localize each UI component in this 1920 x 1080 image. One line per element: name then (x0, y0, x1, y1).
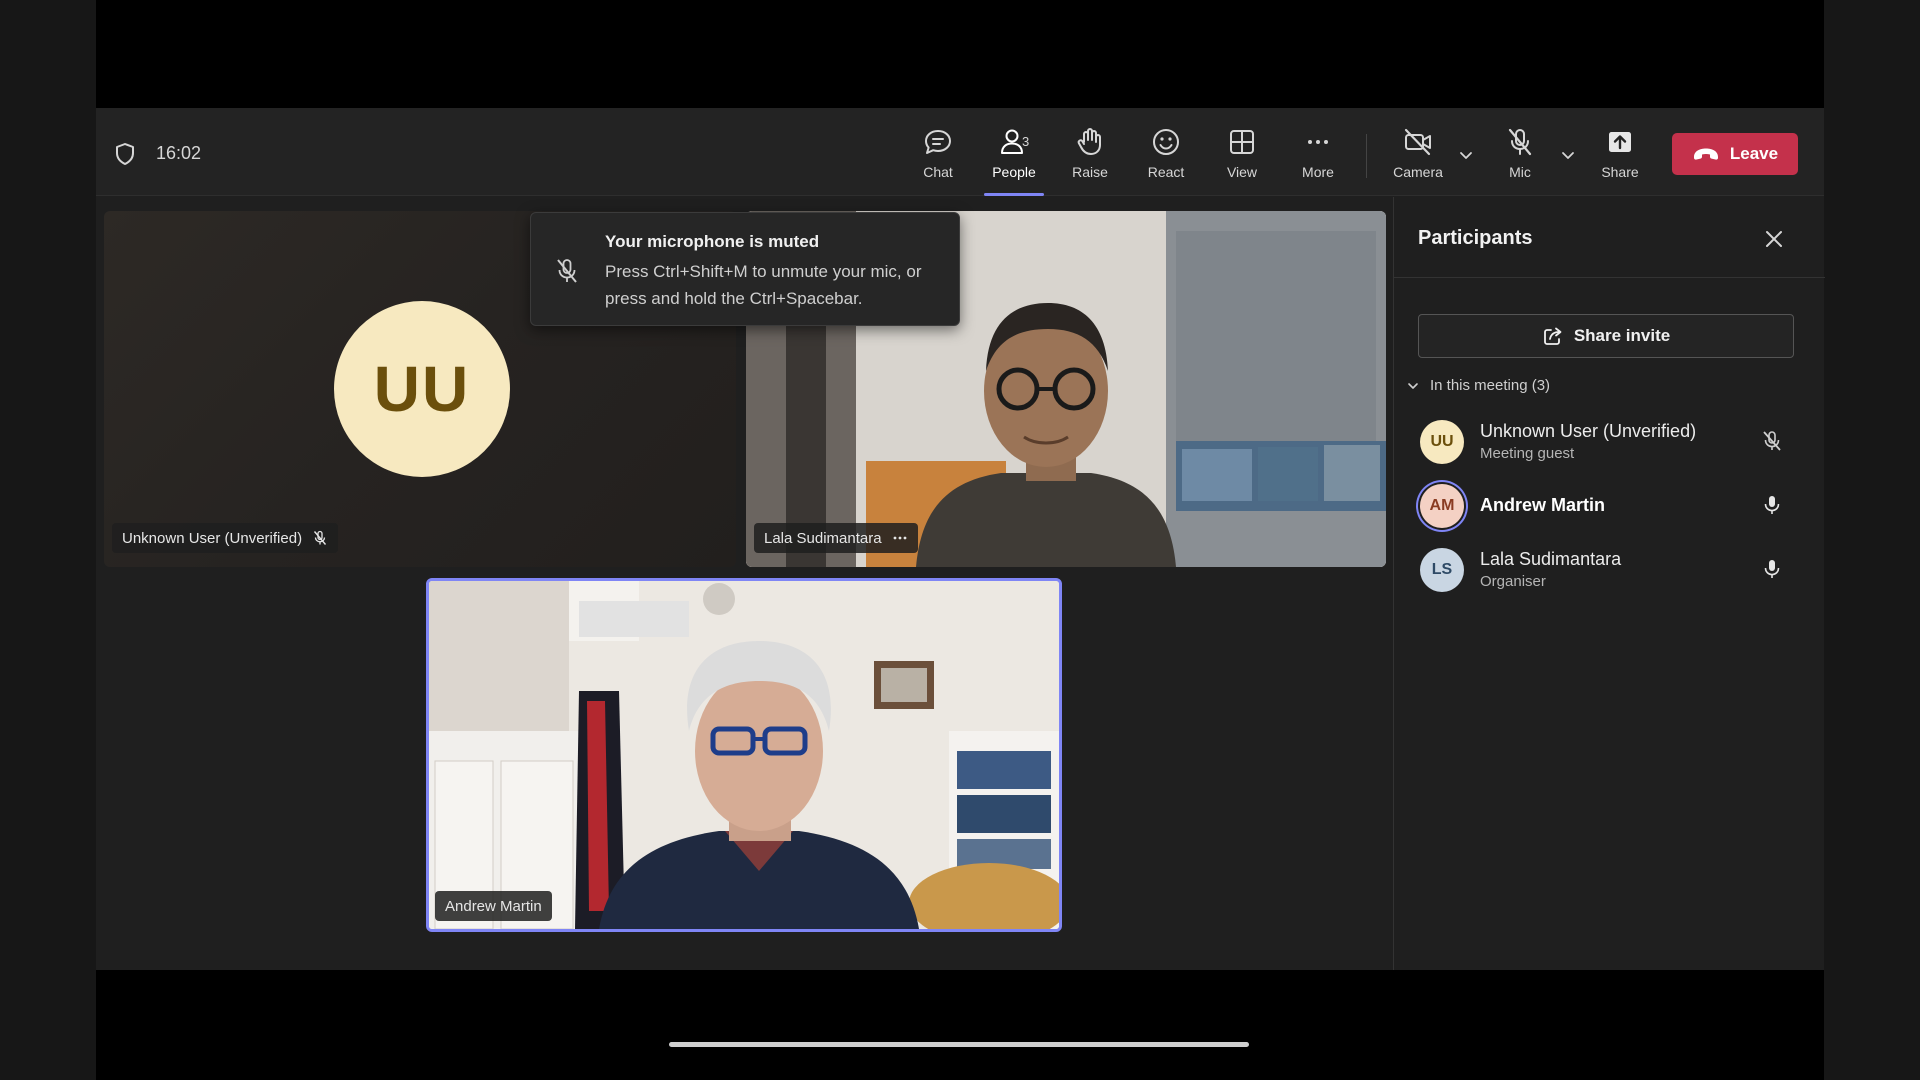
ellipsis-icon[interactable] (892, 530, 908, 546)
section-label: In this meeting (3) (1430, 377, 1551, 394)
camera-button[interactable]: Camera (1380, 126, 1456, 190)
leave-button[interactable]: Leave (1672, 133, 1798, 175)
tile-name-tag: Lala Sudimantara (754, 523, 918, 553)
mic-off-icon[interactable] (1760, 429, 1784, 453)
shield-icon (116, 143, 134, 165)
share-icon (1543, 327, 1562, 345)
panel-title: Participants (1418, 227, 1533, 249)
video-stage: UU Unknown User (Unverified) Lala Sudima… (96, 197, 1392, 1047)
people-count: 3 (1022, 134, 1030, 149)
tile-name-tag: Andrew Martin (435, 891, 552, 921)
mic-off-icon (1508, 128, 1532, 156)
phone-hangup-icon (1693, 148, 1718, 160)
mic-muted-notification: Your microphone is muted Press Ctrl+Shif… (530, 212, 960, 326)
more-button[interactable]: More (1280, 126, 1356, 190)
share-invite-label: Share invite (1573, 326, 1671, 345)
raise-hand-button[interactable]: Raise (1052, 126, 1128, 190)
share-label: Share (1601, 164, 1639, 180)
mic-off-icon (557, 259, 577, 283)
react-label: React (1147, 164, 1185, 180)
share-tray-icon (1609, 132, 1631, 152)
chat-label: Chat (923, 164, 953, 180)
ellipsis-icon (1308, 140, 1328, 144)
close-icon[interactable] (1762, 227, 1786, 251)
share-invite-button[interactable]: Share invite (1418, 314, 1794, 358)
tile-name-label: Unknown User (Unverified) (122, 529, 303, 547)
meeting-timer: 16:02 (156, 143, 202, 163)
grid-icon (1230, 130, 1254, 154)
chat-icon (925, 130, 951, 154)
participant-name: Andrew Martin (1480, 495, 1606, 515)
raise-label: Raise (1072, 164, 1108, 180)
participants-panel: Participants Share invite In this meetin… (1393, 197, 1825, 970)
tile-name-label: Andrew Martin (445, 897, 542, 915)
camera-options-chevron-icon[interactable] (1457, 146, 1475, 164)
notification-title: Your microphone is muted (605, 232, 820, 251)
meeting-toolbar: 16:02 Chat 3 People Raise React View Mor… (96, 108, 1824, 196)
smiley-icon (1153, 129, 1179, 155)
camera-label: Camera (1393, 164, 1443, 180)
participant-row-andrew-martin[interactable]: AM Andrew Martin (1394, 473, 1825, 535)
mic-icon[interactable] (1760, 557, 1784, 581)
participant-name: Unknown User (Unverified) (1480, 421, 1697, 441)
avatar: UU (1420, 420, 1464, 464)
tile-name-tag: Unknown User (Unverified) (112, 523, 339, 553)
mic-off-icon (314, 530, 327, 545)
panel-divider (1394, 277, 1825, 278)
horizontal-scrollbar[interactable] (669, 1042, 1249, 1047)
letterbox-right (1824, 0, 1920, 1080)
toolbar-divider (1366, 134, 1367, 178)
people-button[interactable]: 3 People (976, 126, 1052, 196)
participant-role: Meeting guest (1480, 445, 1575, 462)
chat-button[interactable]: Chat (900, 126, 976, 190)
mic-options-chevron-icon[interactable] (1559, 146, 1577, 164)
people-label: People (992, 164, 1036, 180)
avatar: LS (1420, 548, 1464, 592)
participant-tile-andrew-martin[interactable]: Andrew Martin (426, 578, 1062, 932)
participant-role: Organiser (1480, 573, 1546, 590)
view-label: View (1226, 164, 1258, 180)
letterbox-left (0, 0, 96, 1080)
avatar: AM (1420, 484, 1464, 528)
mic-icon[interactable] (1760, 493, 1784, 517)
participant-name: Lala Sudimantara (1480, 549, 1622, 569)
hand-icon (1077, 128, 1101, 155)
notification-body: Press Ctrl+Shift+M to unmute your mic, o… (605, 262, 922, 308)
video-feed-andrew (429, 581, 1059, 929)
chevron-down-icon (1408, 382, 1418, 389)
participant-row-unknown-user[interactable]: UU Unknown User (Unverified) Meeting gue… (1394, 409, 1825, 471)
meeting-window: 16:02 Chat 3 People Raise React View Mor… (96, 108, 1825, 1047)
mic-label: Mic (1509, 164, 1531, 180)
react-button[interactable]: React (1128, 126, 1204, 190)
camera-off-icon (1404, 128, 1431, 156)
tile-name-label: Lala Sudimantara (764, 529, 882, 547)
participant-row-lala-sudimantara[interactable]: LS Lala Sudimantara Organiser (1394, 537, 1825, 599)
mic-button[interactable]: Mic (1482, 126, 1558, 190)
share-button[interactable]: Share (1582, 126, 1658, 190)
view-button[interactable]: View (1204, 126, 1280, 190)
in-meeting-section-toggle[interactable]: In this meeting (3) (1406, 377, 1550, 394)
avatar: UU (334, 301, 510, 477)
leave-label: Leave (1729, 144, 1779, 163)
more-label: More (1302, 164, 1334, 180)
